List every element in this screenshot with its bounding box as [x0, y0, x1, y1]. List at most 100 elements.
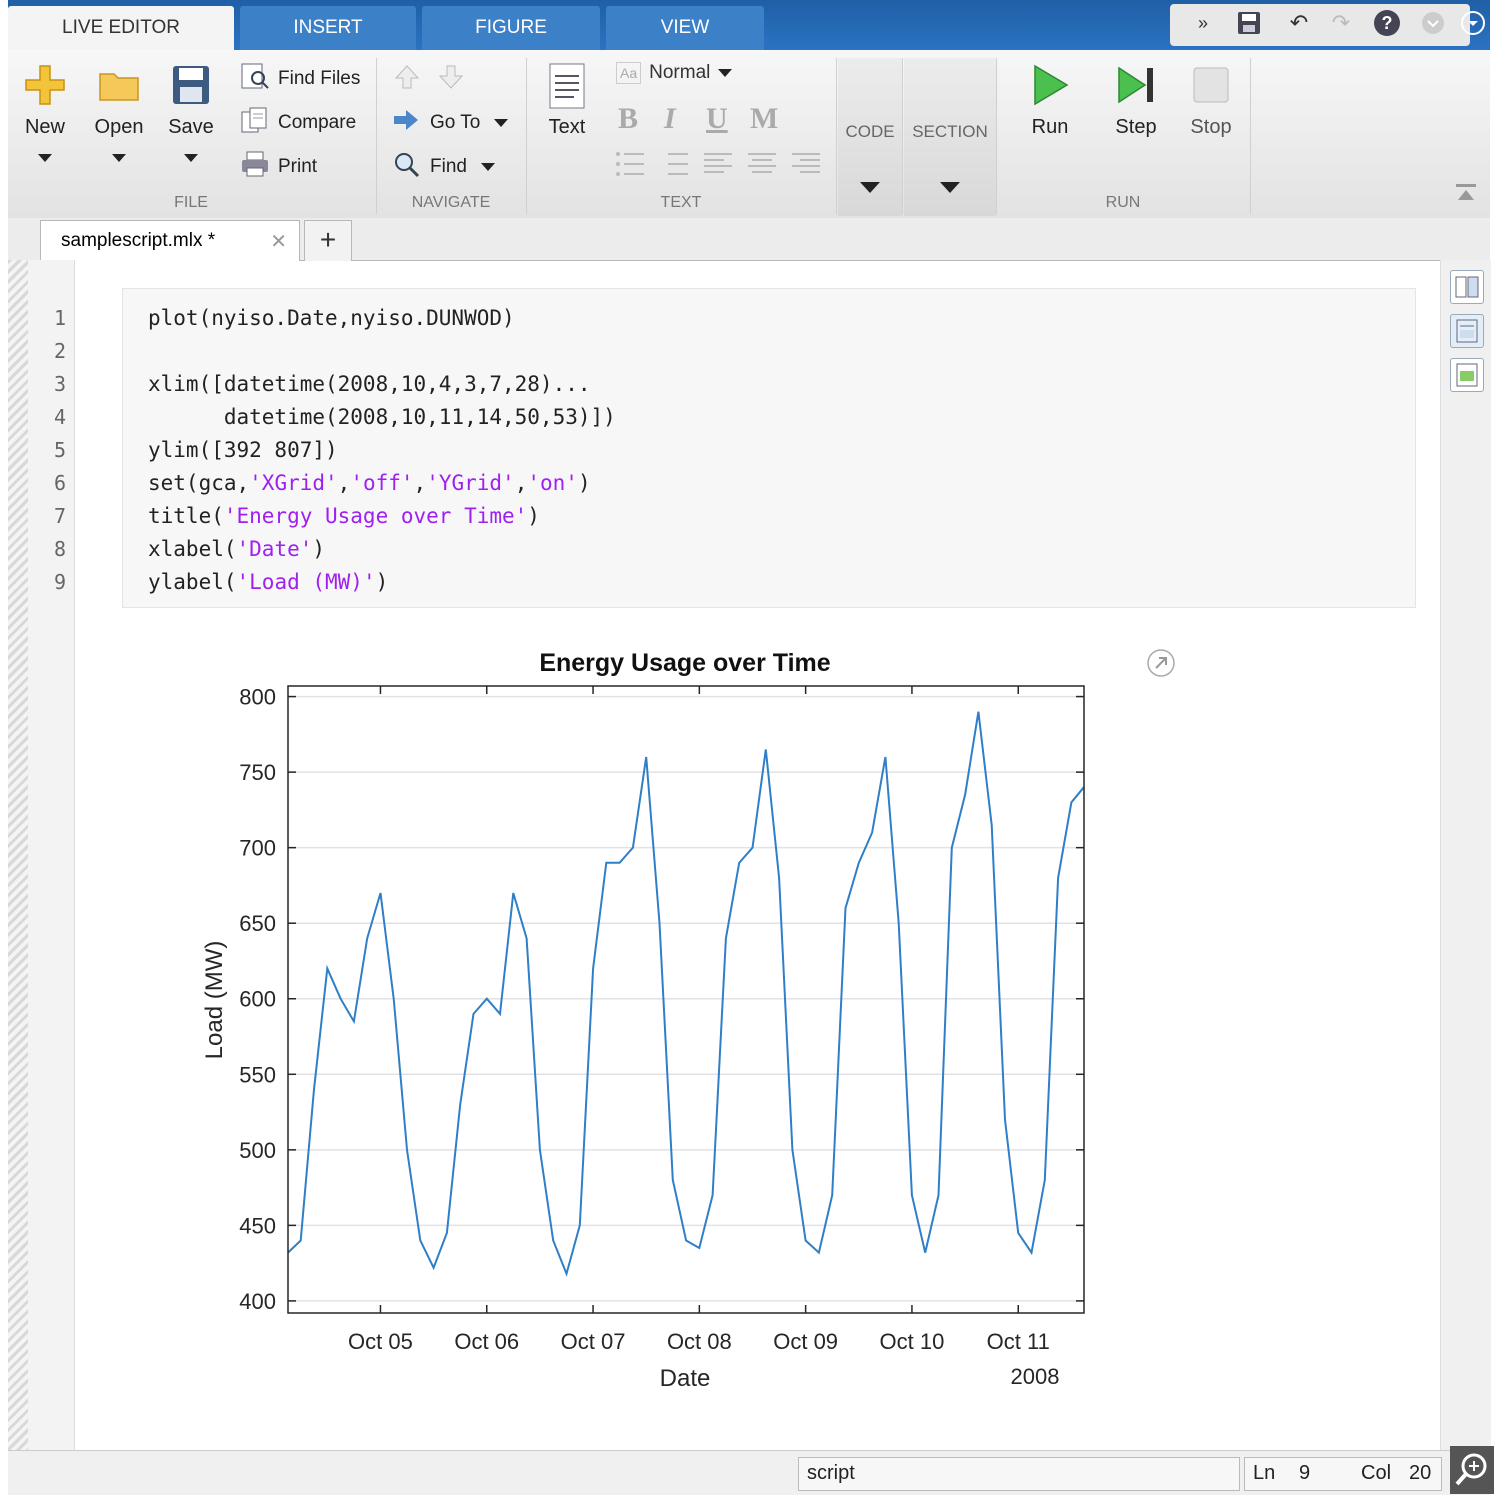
plus-icon — [22, 62, 68, 108]
navigate-section-label: NAVIGATE — [411, 194, 491, 211]
hide-code-icon[interactable] — [1450, 358, 1484, 392]
help-icon[interactable]: ? — [1372, 8, 1402, 38]
output-on-right-icon[interactable] — [1450, 270, 1484, 304]
find-files-button[interactable]: Find Files — [240, 62, 360, 96]
monospace-button[interactable]: M — [750, 102, 778, 136]
find-button[interactable]: Find — [392, 150, 495, 184]
compare-button[interactable]: Compare — [240, 106, 356, 140]
code-group[interactable]: CODE — [838, 58, 902, 216]
stop-button[interactable]: Stop — [1178, 62, 1244, 139]
output-panel-bar — [1440, 260, 1491, 1450]
divider — [526, 58, 527, 214]
tab-figure[interactable]: FIGURE — [422, 6, 600, 50]
code-line[interactable]: set(gca,'XGrid','off','YGrid','on') — [148, 471, 591, 495]
italic-button[interactable]: I — [664, 102, 676, 136]
code-line[interactable]: title('Energy Usage over Time') — [148, 504, 540, 528]
bullet-list-icon[interactable] — [614, 148, 646, 185]
y-tick-label: 500 — [239, 1138, 276, 1163]
string-literal: 'XGrid' — [249, 471, 338, 495]
code-line[interactable]: datetime(2008,10,11,14,50,53)]) — [148, 405, 616, 429]
run-label: Run — [1031, 116, 1069, 138]
document-tab-label: samplescript.mlx * — [61, 230, 216, 251]
code-line[interactable]: ylim([392 807]) — [148, 438, 338, 462]
expand-figure-icon[interactable] — [1146, 648, 1176, 678]
chevron-down-icon — [38, 154, 52, 162]
shortcut-icon[interactable]: » — [1188, 8, 1218, 38]
new-label: New — [24, 116, 65, 138]
search-icon — [392, 150, 422, 184]
divider — [836, 58, 837, 214]
add-tab-button[interactable]: + — [304, 220, 352, 261]
chevron-down-icon — [860, 182, 880, 193]
undo-icon[interactable]: ↶ — [1284, 8, 1314, 38]
status-bar: script Ln 9 Col 20 — [8, 1450, 1490, 1495]
text-style-value: Normal — [649, 62, 711, 83]
output-inline-icon[interactable] — [1450, 314, 1484, 348]
printer-icon — [240, 150, 270, 184]
insert-text-button[interactable]: Text — [536, 62, 598, 139]
run-button[interactable]: Run — [1016, 62, 1084, 139]
redo-icon[interactable]: ↷ — [1326, 8, 1356, 38]
chevron-down-icon — [480, 163, 495, 171]
step-button[interactable]: Step — [1102, 62, 1170, 139]
y-tick-label: 600 — [239, 987, 276, 1012]
tab-insert[interactable]: INSERT — [240, 6, 416, 50]
code-line[interactable]: xlabel('Date') — [148, 537, 325, 561]
text-style-dropdown[interactable]: Aa Normal — [616, 62, 733, 84]
line-number: 9 — [53, 570, 66, 594]
step-icon — [1113, 62, 1159, 108]
code-line[interactable]: ylabel('Load (MW)') — [148, 570, 388, 594]
ribbon-tab-bar: LIVE EDITOR INSERT FIGURE VIEW » ↶ ↷ ? — [8, 0, 1490, 50]
numbered-list-icon[interactable] — [658, 148, 690, 185]
left-margin-bar — [8, 260, 28, 1450]
chart-gridlines — [288, 695, 1084, 1302]
code-line[interactable]: xlim([datetime(2008,10,4,3,7,28)... — [148, 372, 591, 396]
stop-label: Stop — [1190, 116, 1232, 138]
code-text: , — [514, 471, 528, 495]
forward-icon[interactable] — [436, 62, 466, 97]
stop-icon — [1188, 62, 1234, 108]
close-icon[interactable]: ✕ — [270, 229, 287, 254]
text-style-icon: Aa — [616, 62, 642, 84]
svg-text:?: ? — [1382, 13, 1393, 33]
section-label: SECTION — [912, 122, 988, 141]
save-quick-icon[interactable] — [1234, 8, 1264, 38]
step-label: Step — [1115, 116, 1157, 138]
line-number: 2 — [53, 339, 66, 363]
collapse-toolstrip-icon[interactable] — [1454, 182, 1478, 211]
y-tick-label: 650 — [239, 911, 276, 936]
find-files-label: Find Files — [278, 68, 361, 89]
print-button[interactable]: Print — [240, 150, 317, 184]
zoom-button[interactable] — [1450, 1446, 1494, 1494]
save-button[interactable]: Save — [160, 62, 222, 168]
minimize-toolstrip-icon[interactable] — [1418, 8, 1448, 38]
align-right-icon[interactable] — [790, 148, 822, 185]
document-tab-bar: samplescript.mlx * ✕ + — [8, 218, 1490, 261]
align-center-icon[interactable] — [746, 148, 778, 185]
x-tick-label: Oct 10 — [880, 1329, 945, 1354]
code-text: xlabel( — [148, 537, 237, 561]
code-text: xlim([datetime(2008,10,4,3,7,28)... — [148, 372, 591, 396]
line-label: Ln — [1253, 1462, 1276, 1484]
underline-button[interactable]: U — [706, 102, 728, 136]
status-mode-text: script — [807, 1462, 855, 1484]
align-left-icon[interactable] — [702, 148, 734, 185]
code-text: datetime(2008,10,11,14,50,53)]) — [148, 405, 616, 429]
go-to-button[interactable]: Go To — [392, 106, 509, 140]
open-label: Open — [94, 116, 144, 138]
find-files-icon — [240, 62, 270, 96]
string-literal: 'Date' — [236, 537, 313, 561]
tab-live-editor[interactable]: LIVE EDITOR — [8, 6, 234, 50]
floppy-disk-icon — [168, 62, 214, 108]
ribbon-menu-icon[interactable] — [1458, 8, 1488, 38]
new-button[interactable]: New — [14, 62, 76, 168]
code-text: ) — [527, 504, 540, 528]
open-button[interactable]: Open — [88, 62, 150, 168]
tab-view[interactable]: VIEW — [606, 6, 764, 50]
line-number: 6 — [53, 471, 66, 495]
back-icon[interactable] — [392, 62, 422, 97]
document-tab[interactable]: samplescript.mlx * ✕ — [40, 220, 300, 261]
code-line[interactable]: plot(nyiso.Date,nyiso.DUNWOD) — [148, 306, 515, 330]
section-group[interactable]: SECTION — [904, 58, 996, 216]
bold-button[interactable]: B — [618, 102, 638, 136]
